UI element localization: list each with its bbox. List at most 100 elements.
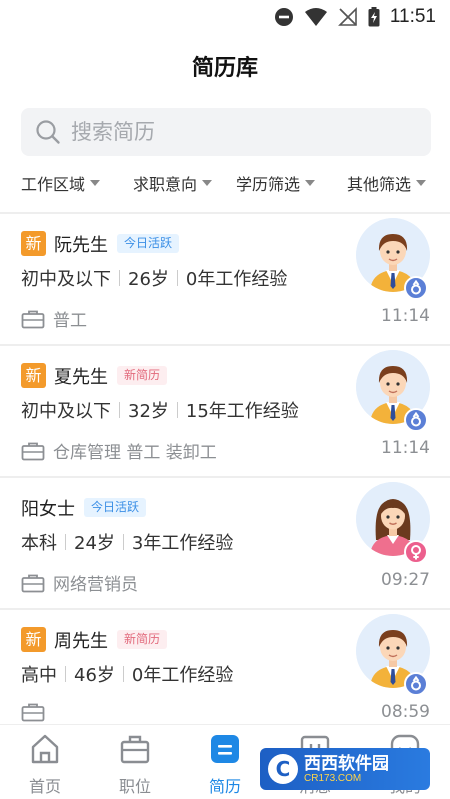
battery-charging-icon	[368, 7, 380, 27]
filter-work-area[interactable]: 工作区域	[21, 171, 101, 195]
watermark-text: 西西软件园	[304, 753, 389, 774]
male-icon	[404, 408, 428, 432]
filter-label: 学历筛选	[236, 175, 301, 194]
candidate-details: 高中 46岁 0年工作经验	[21, 661, 233, 687]
status-bar: 11:51	[0, 0, 450, 36]
watermark-icon: C	[268, 754, 298, 784]
tab-jobs[interactable]: 职位	[90, 725, 180, 799]
update-time: 09:27	[381, 570, 430, 590]
separator	[122, 534, 124, 550]
resume-card[interactable]: 新 夏先生 新简历 初中及以下 32岁 15年工作经验 仓库管理 普工 装卸工 …	[0, 346, 450, 476]
update-time: 08:59	[381, 702, 430, 722]
filter-bar: 工作区域 求职意向 学历筛选 其他筛选	[0, 166, 450, 200]
job-row	[21, 702, 53, 722]
search-box[interactable]	[21, 108, 431, 156]
male-icon	[404, 672, 428, 696]
job-intention: 普工	[53, 311, 87, 331]
job-row: 仓库管理 普工 装卸工	[21, 438, 217, 463]
job-intention: 仓库管理 普工 装卸工	[53, 443, 217, 463]
caret-down-icon	[416, 180, 427, 186]
resume-card[interactable]: 新 周先生 新简历 高中 46岁 0年工作经验 08:59	[0, 610, 450, 740]
candidate-name: 阮先生	[54, 234, 108, 256]
status-tag: 新简历	[117, 630, 168, 649]
resume-card[interactable]: 阳女士 今日活跃 本科 24岁 3年工作经验 网络营销员 09:27	[0, 478, 450, 608]
resume-card[interactable]: 新 阮先生 今日活跃 初中及以下 26岁 0年工作经验 普工 11:14	[0, 214, 450, 344]
resume-list: 新 阮先生 今日活跃 初中及以下 26岁 0年工作经验 普工 11:14 新 夏…	[0, 212, 450, 740]
filter-other[interactable]: 其他筛选	[347, 171, 427, 195]
candidate-name: 周先生	[54, 630, 108, 652]
search-icon	[36, 120, 60, 144]
experience: 0年工作经验	[131, 665, 234, 686]
separator	[119, 402, 120, 418]
separator	[176, 270, 178, 286]
update-time: 11:14	[381, 306, 430, 326]
male-icon	[404, 276, 428, 300]
female-icon	[404, 540, 428, 564]
age: 24岁	[74, 533, 115, 554]
status-tag: 新简历	[117, 366, 168, 385]
tab-label: 简历	[208, 777, 241, 796]
status-tag: 今日活跃	[84, 498, 147, 517]
no-signal-icon	[337, 7, 357, 26]
experience: 3年工作经验	[131, 533, 234, 554]
status-icons: 11:51	[274, 6, 436, 28]
experience: 0年工作经验	[185, 269, 288, 290]
separator	[65, 534, 66, 550]
separator	[119, 270, 120, 286]
caret-down-icon	[202, 180, 213, 186]
candidate-name: 阳女士	[21, 498, 75, 520]
watermark-logo: C 西西软件园 CR173.COM	[260, 748, 430, 790]
caret-down-icon	[90, 180, 101, 186]
education: 初中及以下	[21, 269, 111, 290]
name-row: 阳女士 今日活跃	[21, 495, 147, 520]
candidate-details: 初中及以下 32岁 15年工作经验	[21, 397, 299, 423]
filter-label: 求职意向	[133, 175, 198, 194]
resume-icon	[211, 735, 239, 763]
separator	[176, 402, 178, 418]
briefcase-icon	[21, 703, 45, 722]
search-input[interactable]	[71, 120, 391, 144]
separator	[65, 666, 66, 682]
home-icon	[31, 734, 59, 764]
candidate-details: 初中及以下 26岁 0年工作经验	[21, 265, 287, 291]
new-badge: 新	[21, 363, 46, 388]
watermark-text-block: 西西软件园 CR173.COM	[304, 755, 389, 784]
briefcase-icon	[21, 442, 45, 460]
filter-education[interactable]: 学历筛选	[236, 171, 316, 195]
name-row: 新 周先生 新简历	[21, 627, 168, 652]
age: 32岁	[128, 401, 169, 422]
new-badge: 新	[21, 231, 46, 256]
status-tag: 今日活跃	[117, 234, 180, 253]
wifi-icon	[304, 8, 327, 26]
update-time: 11:14	[381, 438, 430, 458]
briefcase-icon	[120, 735, 150, 764]
name-row: 新 夏先生 新简历	[21, 363, 168, 388]
candidate-name: 夏先生	[54, 366, 108, 388]
age: 26岁	[128, 269, 169, 290]
tab-label: 首页	[28, 777, 61, 796]
job-row: 网络营销员	[21, 570, 138, 595]
tab-home[interactable]: 首页	[0, 725, 90, 799]
do-not-disturb-icon	[274, 8, 293, 26]
education: 本科	[21, 533, 57, 554]
filter-label: 其他筛选	[347, 175, 412, 194]
new-badge: 新	[21, 627, 46, 652]
job-row: 普工	[21, 306, 87, 331]
experience: 15年工作经验	[185, 401, 299, 422]
watermark-sub: CR173.COM	[304, 772, 362, 784]
education: 初中及以下	[21, 401, 111, 422]
filter-label: 工作区域	[21, 175, 86, 194]
briefcase-icon	[21, 310, 45, 328]
education: 高中	[21, 665, 57, 686]
separator	[122, 666, 124, 682]
filter-job-intention[interactable]: 求职意向	[133, 171, 213, 195]
caret-down-icon	[305, 180, 316, 186]
name-row: 新 阮先生 今日活跃	[21, 231, 180, 256]
candidate-details: 本科 24岁 3年工作经验	[21, 529, 233, 555]
tab-label: 职位	[118, 777, 151, 796]
age: 46岁	[74, 665, 115, 686]
job-intention: 网络营销员	[53, 575, 138, 595]
page-title: 简历库	[191, 56, 258, 81]
tab-resumes[interactable]: 简历	[180, 725, 270, 799]
briefcase-icon	[21, 574, 45, 592]
